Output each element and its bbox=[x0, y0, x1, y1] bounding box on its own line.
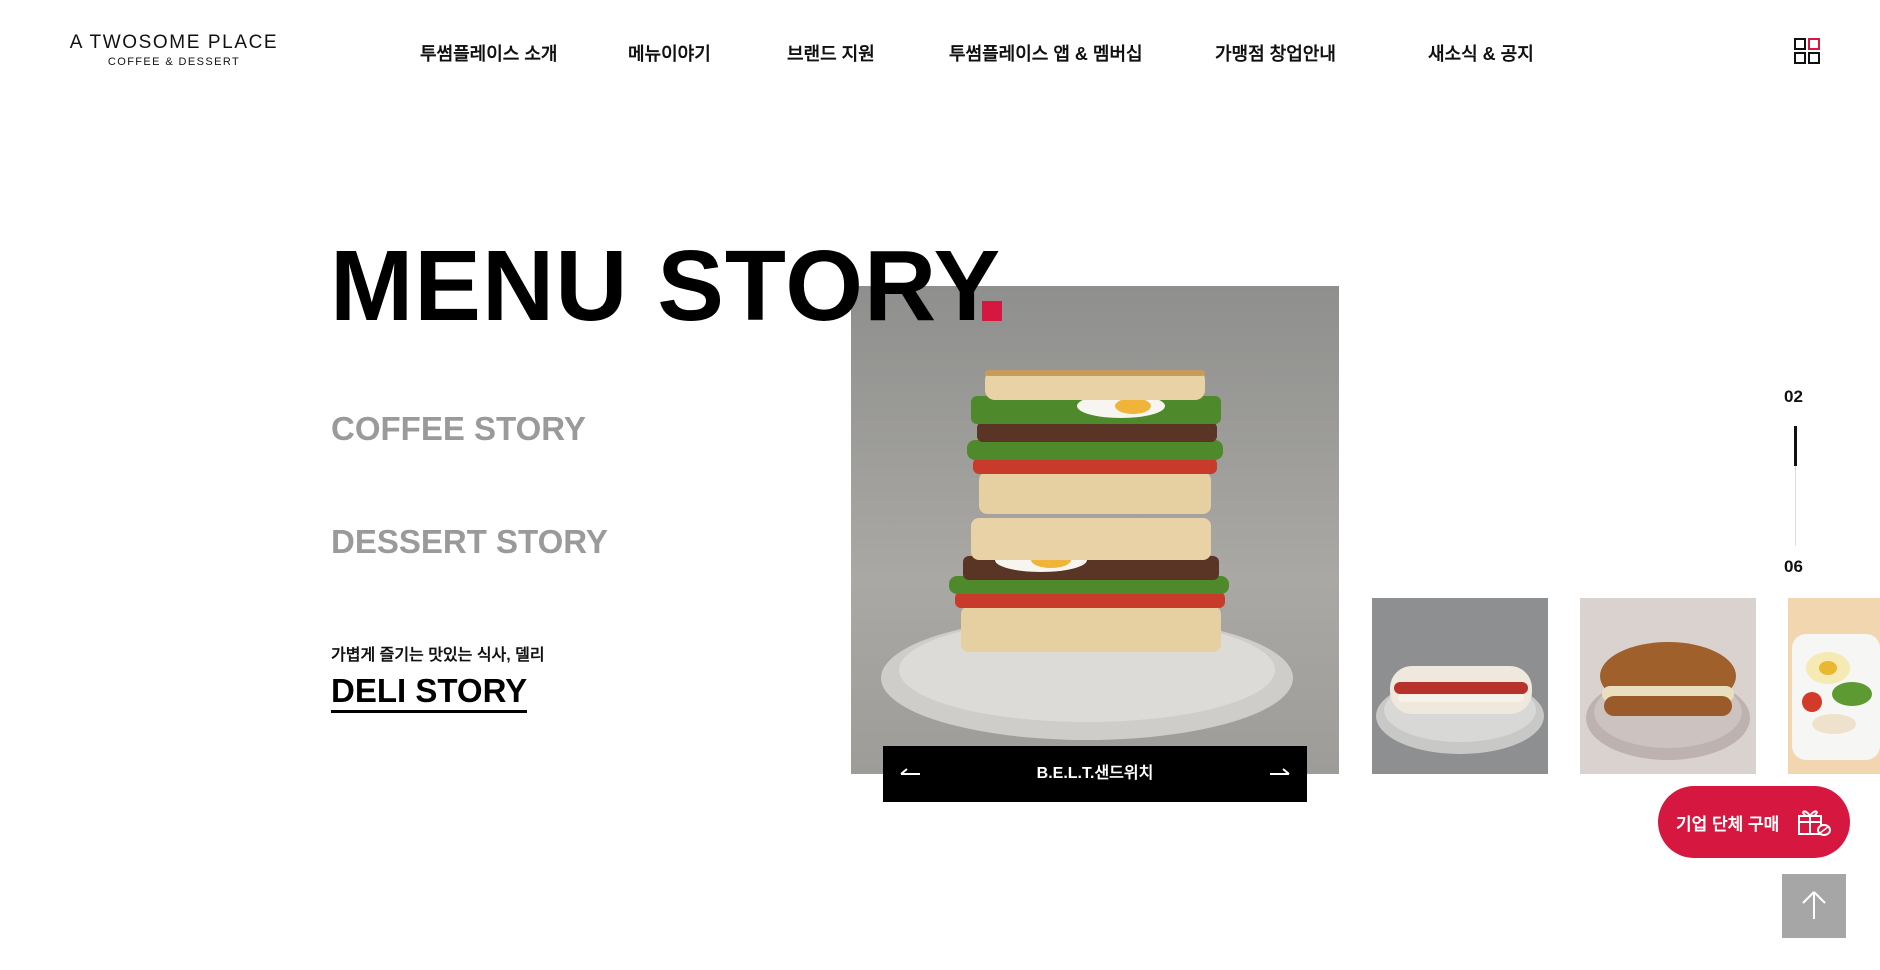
logo-main-text: A TWOSOME PLACE bbox=[69, 32, 279, 53]
pager-total: 06 bbox=[1784, 557, 1803, 576]
category-dessert-story[interactable]: DESSERT STORY bbox=[331, 523, 608, 561]
site-header: A TWOSOME PLACE COFFEE & DESSERT 투썸플레이스 … bbox=[0, 0, 1880, 100]
brand-logo[interactable]: A TWOSOME PLACE COFFEE & DESSERT bbox=[64, 33, 284, 69]
corporate-order-label: 기업 단체 구매 bbox=[1676, 815, 1780, 834]
section-title: MENU STORY bbox=[330, 230, 1002, 342]
category-coffee-story[interactable]: COFFEE STORY bbox=[331, 410, 586, 448]
arrow-left-icon[interactable] bbox=[899, 764, 921, 784]
pager-current: 02 bbox=[1784, 387, 1803, 406]
title-accent-dot bbox=[982, 301, 1002, 321]
product-caption-bar: B.E.L.T.샌드위치 bbox=[883, 746, 1307, 802]
grid-menu-icon[interactable] bbox=[1794, 38, 1820, 64]
arrow-up-icon[interactable] bbox=[1782, 874, 1846, 938]
thumbnail-panini[interactable] bbox=[1372, 598, 1548, 774]
nav-item-app-membership[interactable]: 투썸플레이스 앱 & 멤버십 bbox=[949, 40, 1143, 66]
category-deli-story[interactable]: DELI STORY bbox=[331, 672, 528, 713]
nav-item-franchise[interactable]: 가맹점 창업안내 bbox=[1215, 40, 1336, 66]
logo-sub-text: COFFEE & DESSERT bbox=[107, 56, 241, 68]
pager-progress-fill bbox=[1794, 426, 1797, 466]
thumbnail-salad[interactable] bbox=[1788, 598, 1880, 774]
thumbnail-burger-sandwich[interactable] bbox=[1580, 598, 1756, 774]
arrow-right-icon[interactable] bbox=[1269, 764, 1291, 784]
nav-item-brand[interactable]: 브랜드 지원 bbox=[787, 40, 875, 66]
product-name: B.E.L.T.샌드위치 bbox=[1036, 765, 1154, 782]
nav-item-menu[interactable]: 메뉴이야기 bbox=[628, 40, 711, 66]
nav-item-about[interactable]: 투썸플레이스 소개 bbox=[420, 40, 557, 66]
gift-coffee-icon bbox=[1796, 806, 1832, 838]
corporate-order-button[interactable]: 기업 단체 구매 bbox=[1658, 786, 1850, 858]
product-image-belt-sandwich bbox=[851, 286, 1339, 774]
category-deli-description: 가볍게 즐기는 맛있는 식사, 델리 bbox=[331, 647, 545, 664]
nav-item-news[interactable]: 새소식 & 공지 bbox=[1428, 40, 1534, 66]
